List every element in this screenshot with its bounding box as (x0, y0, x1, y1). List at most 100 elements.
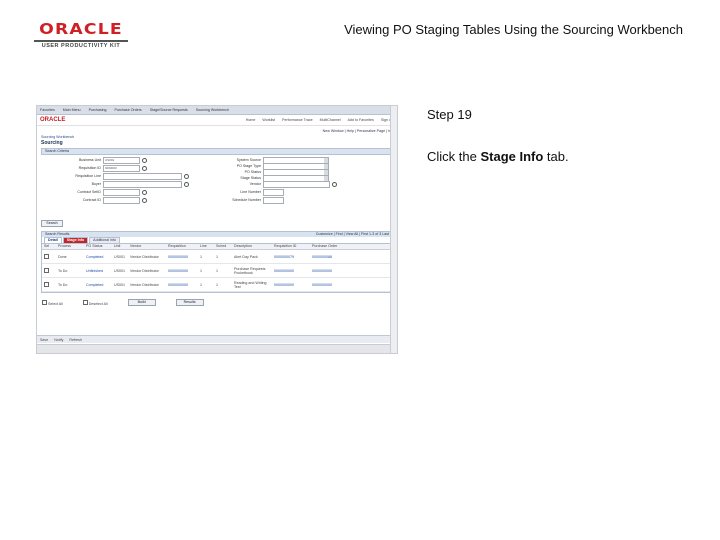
menu-item[interactable]: Purchase Orders (115, 108, 142, 112)
header-links: Home Worklist Performance Trace MultiCha… (246, 118, 394, 122)
results-navigation[interactable]: Customize | Find | View All | First 1-3 … (316, 232, 389, 237)
line-number-field[interactable] (263, 189, 284, 196)
table-cell: To Do (58, 268, 68, 273)
row-checkbox[interactable] (44, 253, 49, 259)
column-header[interactable]: Unit (112, 244, 128, 249)
tab-additional-info[interactable]: Additional Info (89, 237, 120, 243)
brand-bar: ORACLE Home Worklist Performance Trace M… (37, 115, 397, 126)
table-cell-link[interactable]: Completed (84, 283, 112, 287)
column-header[interactable]: Requisition (166, 244, 198, 249)
table-cell: Purchase Requests Pocketbook (234, 266, 266, 275)
table-cell: 1 (200, 268, 202, 273)
table-cell-link[interactable]: 0000000000 (272, 283, 310, 287)
deselect-all-label: Deselect All (88, 301, 108, 306)
requisition-id-field[interactable]: 0000000 (103, 165, 140, 172)
deselect-all-checkbox[interactable] (82, 299, 88, 305)
search-criteria-header[interactable]: Search Criteria (41, 148, 393, 155)
column-header[interactable]: Process (56, 244, 84, 249)
lookup-icon[interactable] (332, 181, 337, 187)
page-title: Viewing PO Staging Tables Using the Sour… (344, 22, 683, 37)
instruction-prefix: Click the (427, 149, 481, 164)
table-cell-link[interactable]: 0000000000 (166, 283, 198, 287)
business-unit-field[interactable]: US001 (103, 157, 140, 164)
schedule-number-field[interactable] (263, 197, 284, 204)
table-cell: Vendor Distributor (130, 282, 159, 287)
page-toolbar: Save Notify Refresh (37, 335, 397, 343)
column-header[interactable]: Vendor (128, 244, 166, 249)
menu-item[interactable]: Favorites (40, 108, 55, 112)
deselect-all-control[interactable]: Deselect All (82, 299, 108, 306)
buyer-field[interactable] (103, 181, 182, 188)
notify-button[interactable]: Notify (54, 338, 63, 342)
table-cell-link[interactable]: 0000000000 (272, 269, 310, 273)
lookup-icon[interactable] (142, 189, 147, 195)
column-header[interactable]: Requisition ID (272, 244, 310, 249)
column-header[interactable]: Sched (214, 244, 232, 249)
search-button[interactable]: Search (41, 220, 63, 227)
save-button[interactable]: Save (40, 338, 48, 342)
row-checkbox[interactable] (44, 267, 49, 273)
select-all-checkbox[interactable] (42, 299, 47, 305)
table-cell-link[interactable]: Unfinished (84, 269, 112, 273)
header-link[interactable]: MultiChannel (320, 118, 341, 122)
horizontal-scrollbar[interactable] (37, 344, 397, 353)
table-cell-link[interactable]: 0000000000 (166, 255, 198, 259)
lookup-icon[interactable] (184, 173, 189, 179)
lookup-icon[interactable] (142, 157, 147, 163)
build-button[interactable]: Build (127, 299, 156, 306)
contract-setid-field[interactable] (103, 189, 140, 196)
table-cell-link[interactable]: 0000000079 (272, 255, 310, 259)
select-all-control[interactable]: Select All (42, 299, 63, 306)
vendor-field[interactable] (263, 181, 330, 188)
menu-item[interactable]: Stage/Source Requests (150, 108, 188, 112)
column-header[interactable]: Line (198, 244, 214, 249)
refresh-button[interactable]: Refresh (69, 338, 82, 342)
column-header[interactable]: Description (232, 244, 272, 249)
column-header[interactable]: Purchase Order (310, 244, 352, 249)
instruction-target: Stage Info (480, 149, 544, 164)
tab-detail[interactable]: Detail (44, 237, 62, 243)
lookup-icon[interactable] (142, 165, 147, 171)
row-checkbox[interactable] (44, 281, 49, 287)
form-row: Contract SetID (41, 189, 147, 196)
table-cell-link[interactable]: 0000000000 (166, 269, 198, 273)
form-row: Requisition Line (41, 173, 189, 180)
header-link[interactable]: Add to Favorites (348, 118, 374, 122)
form-row: Vendor (201, 181, 337, 188)
lookup-icon[interactable] (184, 181, 189, 187)
requisition-line-field[interactable] (103, 173, 182, 180)
field-label: Buyer (91, 182, 101, 187)
field-label: Contract SetID (77, 190, 101, 195)
menu-item[interactable]: Main Menu (63, 108, 81, 112)
table-cell-link[interactable]: 0000000000 (310, 283, 352, 287)
table-cell: US001 (114, 282, 125, 287)
contract-id-field[interactable] (103, 197, 140, 204)
step-instruction: Click the Stage Info tab. (427, 149, 569, 164)
table-cell: Vendor Distributor (130, 254, 159, 259)
column-header[interactable]: PO Status (84, 244, 112, 249)
table-cell-link[interactable]: 0000000088 (310, 255, 352, 259)
table-cell-link[interactable]: 0000000000 (310, 269, 352, 273)
form-row: Requisition ID 0000000 (41, 165, 147, 172)
field-label: System Source (236, 158, 261, 163)
table-cell: To Do (58, 282, 68, 287)
lookup-icon[interactable] (142, 197, 147, 203)
menu-item[interactable]: Sourcing Workbench (196, 108, 229, 112)
step-number: Step 19 (427, 107, 472, 122)
page-utility-links[interactable]: New Window | Help | Personalize Page | h… (37, 126, 397, 133)
table-row: Done Completed US001 Vendor Distributor … (42, 250, 392, 264)
header-link[interactable]: Home (246, 118, 256, 122)
tab-stage-info[interactable]: Stage Info (62, 237, 89, 243)
vertical-scrollbar[interactable] (390, 106, 397, 353)
search-criteria-form: Business Unit US001 Requisition ID 00000… (41, 156, 393, 218)
table-cell: 1 (216, 268, 218, 273)
row-select (42, 253, 56, 260)
header-link[interactable]: Performance Trace (282, 118, 313, 122)
menu-item[interactable]: Purchasing (89, 108, 107, 112)
logo-subtitle: USER PRODUCTIVITY KIT (41, 43, 121, 49)
results-button[interactable]: Results (175, 299, 204, 306)
table-cell: Vendor Distributor (130, 268, 159, 273)
table-cell: Alert Day Pack (234, 254, 258, 259)
header-link[interactable]: Worklist (262, 118, 275, 122)
table-cell-link[interactable]: Completed (84, 255, 112, 259)
